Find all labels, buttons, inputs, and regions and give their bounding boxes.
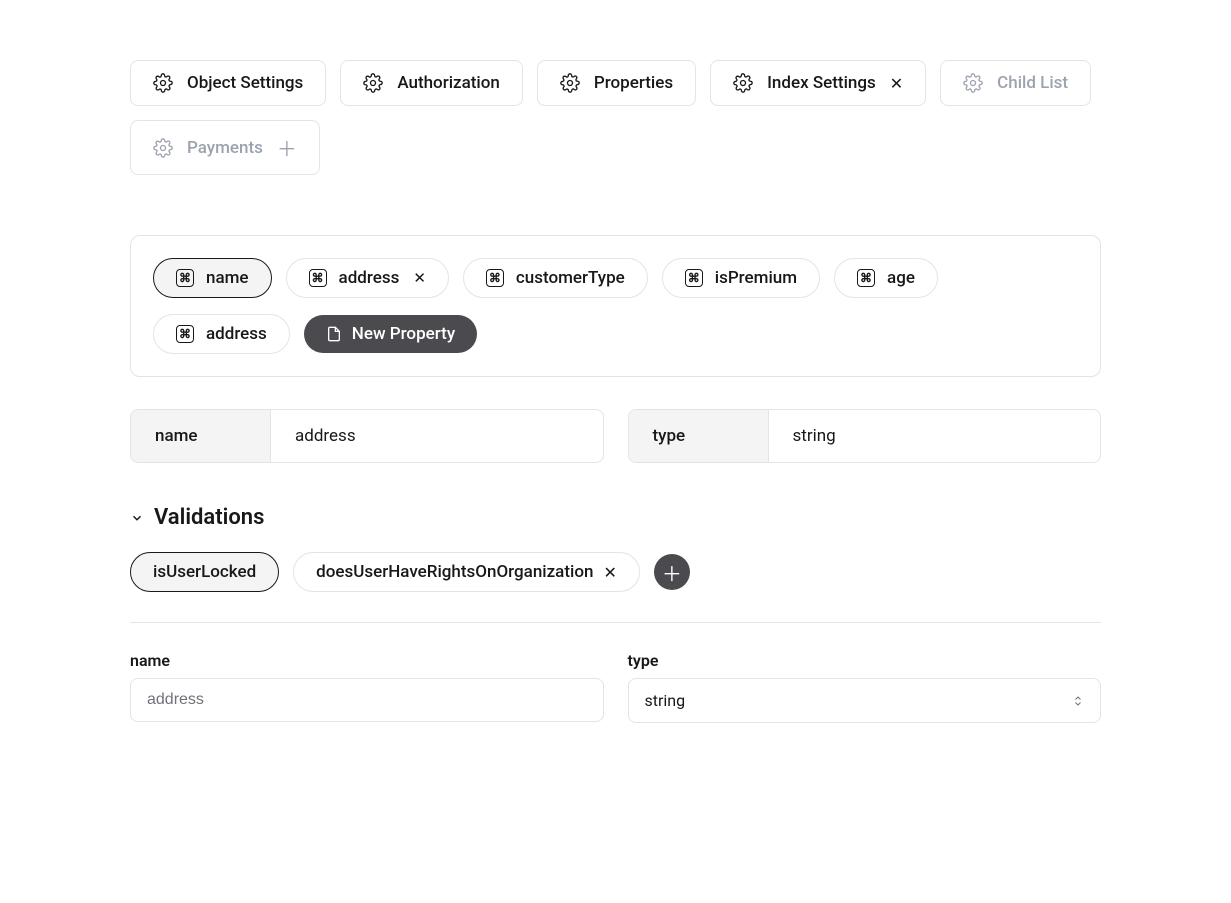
sort-icon [1072, 693, 1084, 709]
validations-row: isUserLocked doesUserHaveRightsOnOrganiz… [130, 552, 1101, 623]
property-panel: ⌘ name ⌘ address ✕ ⌘ customerType ⌘ isPr… [130, 235, 1101, 377]
chevron-down-icon [130, 511, 144, 525]
property-pill-ispremium[interactable]: ⌘ isPremium [662, 258, 820, 298]
close-icon[interactable]: ✕ [890, 74, 903, 93]
gear-icon [363, 73, 383, 93]
tab-label: Child List [997, 73, 1068, 93]
property-pill-name[interactable]: ⌘ name [153, 258, 272, 298]
tab-label: Object Settings [187, 73, 303, 93]
tab-child-list[interactable]: Child List [940, 60, 1091, 106]
type-select[interactable]: string [628, 678, 1102, 723]
property-pill-address-2[interactable]: ⌘ address [153, 314, 290, 354]
close-icon[interactable]: ✕ [603, 563, 616, 582]
form-row: name type string [130, 651, 1101, 723]
plus-icon: ＋ [662, 558, 682, 587]
gear-icon [153, 138, 173, 158]
property-pill-age[interactable]: ⌘ age [834, 258, 938, 298]
new-property-label: New Property [352, 324, 455, 344]
form-label: type [628, 651, 1102, 670]
tab-object-settings[interactable]: Object Settings [130, 60, 326, 106]
property-label: isPremium [715, 268, 797, 288]
command-icon: ⌘ [486, 269, 504, 287]
gear-icon [963, 73, 983, 93]
fields-row: name address type string [130, 409, 1101, 463]
property-label: age [887, 268, 915, 288]
validation-label: doesUserHaveRightsOnOrganization [316, 562, 593, 582]
tab-index-settings[interactable]: Index Settings ✕ [710, 60, 926, 106]
property-pill-customertype[interactable]: ⌘ customerType [463, 258, 648, 298]
plus-icon[interactable]: ＋ [277, 133, 297, 162]
gear-icon [733, 73, 753, 93]
field-name: name address [130, 409, 604, 463]
form-group-type: type string [628, 651, 1102, 723]
gear-icon [560, 73, 580, 93]
field-value: address [271, 410, 603, 462]
property-label: customerType [516, 268, 625, 288]
new-property-button[interactable]: New Property [304, 315, 477, 353]
add-validation-button[interactable]: ＋ [654, 554, 690, 590]
validation-pill-isuserlocked[interactable]: isUserLocked [130, 552, 279, 592]
property-label: name [206, 268, 249, 288]
tab-properties[interactable]: Properties [537, 60, 696, 106]
tab-label: Properties [594, 73, 673, 93]
tab-label: Index Settings [767, 73, 876, 93]
property-label: address [339, 268, 400, 288]
command-icon: ⌘ [176, 325, 194, 343]
tab-payments[interactable]: Payments ＋ [130, 120, 320, 175]
field-label: type [629, 410, 769, 462]
section-title: Validations [154, 505, 264, 530]
document-icon [326, 325, 342, 343]
command-icon: ⌘ [685, 269, 703, 287]
validation-pill-doesuserhaverights[interactable]: doesUserHaveRightsOnOrganization ✕ [293, 552, 640, 592]
property-pill-address[interactable]: ⌘ address ✕ [286, 258, 449, 298]
command-icon: ⌘ [309, 269, 327, 287]
close-icon[interactable]: ✕ [413, 269, 426, 287]
settings-tabs: Object Settings Authorization Properties… [130, 60, 1101, 175]
form-group-name: name [130, 651, 604, 723]
validations-header[interactable]: Validations [130, 505, 1101, 530]
gear-icon [153, 73, 173, 93]
command-icon: ⌘ [176, 269, 194, 287]
select-value: string [645, 691, 686, 710]
tab-label: Authorization [397, 73, 500, 93]
field-type: type string [628, 409, 1102, 463]
property-label: address [206, 324, 267, 344]
name-input[interactable] [130, 678, 604, 722]
validation-label: isUserLocked [153, 562, 256, 582]
command-icon: ⌘ [857, 269, 875, 287]
field-value: string [769, 410, 1101, 462]
field-label: name [131, 410, 271, 462]
tab-label: Payments [187, 138, 263, 158]
tab-authorization[interactable]: Authorization [340, 60, 523, 106]
form-label: name [130, 651, 604, 670]
